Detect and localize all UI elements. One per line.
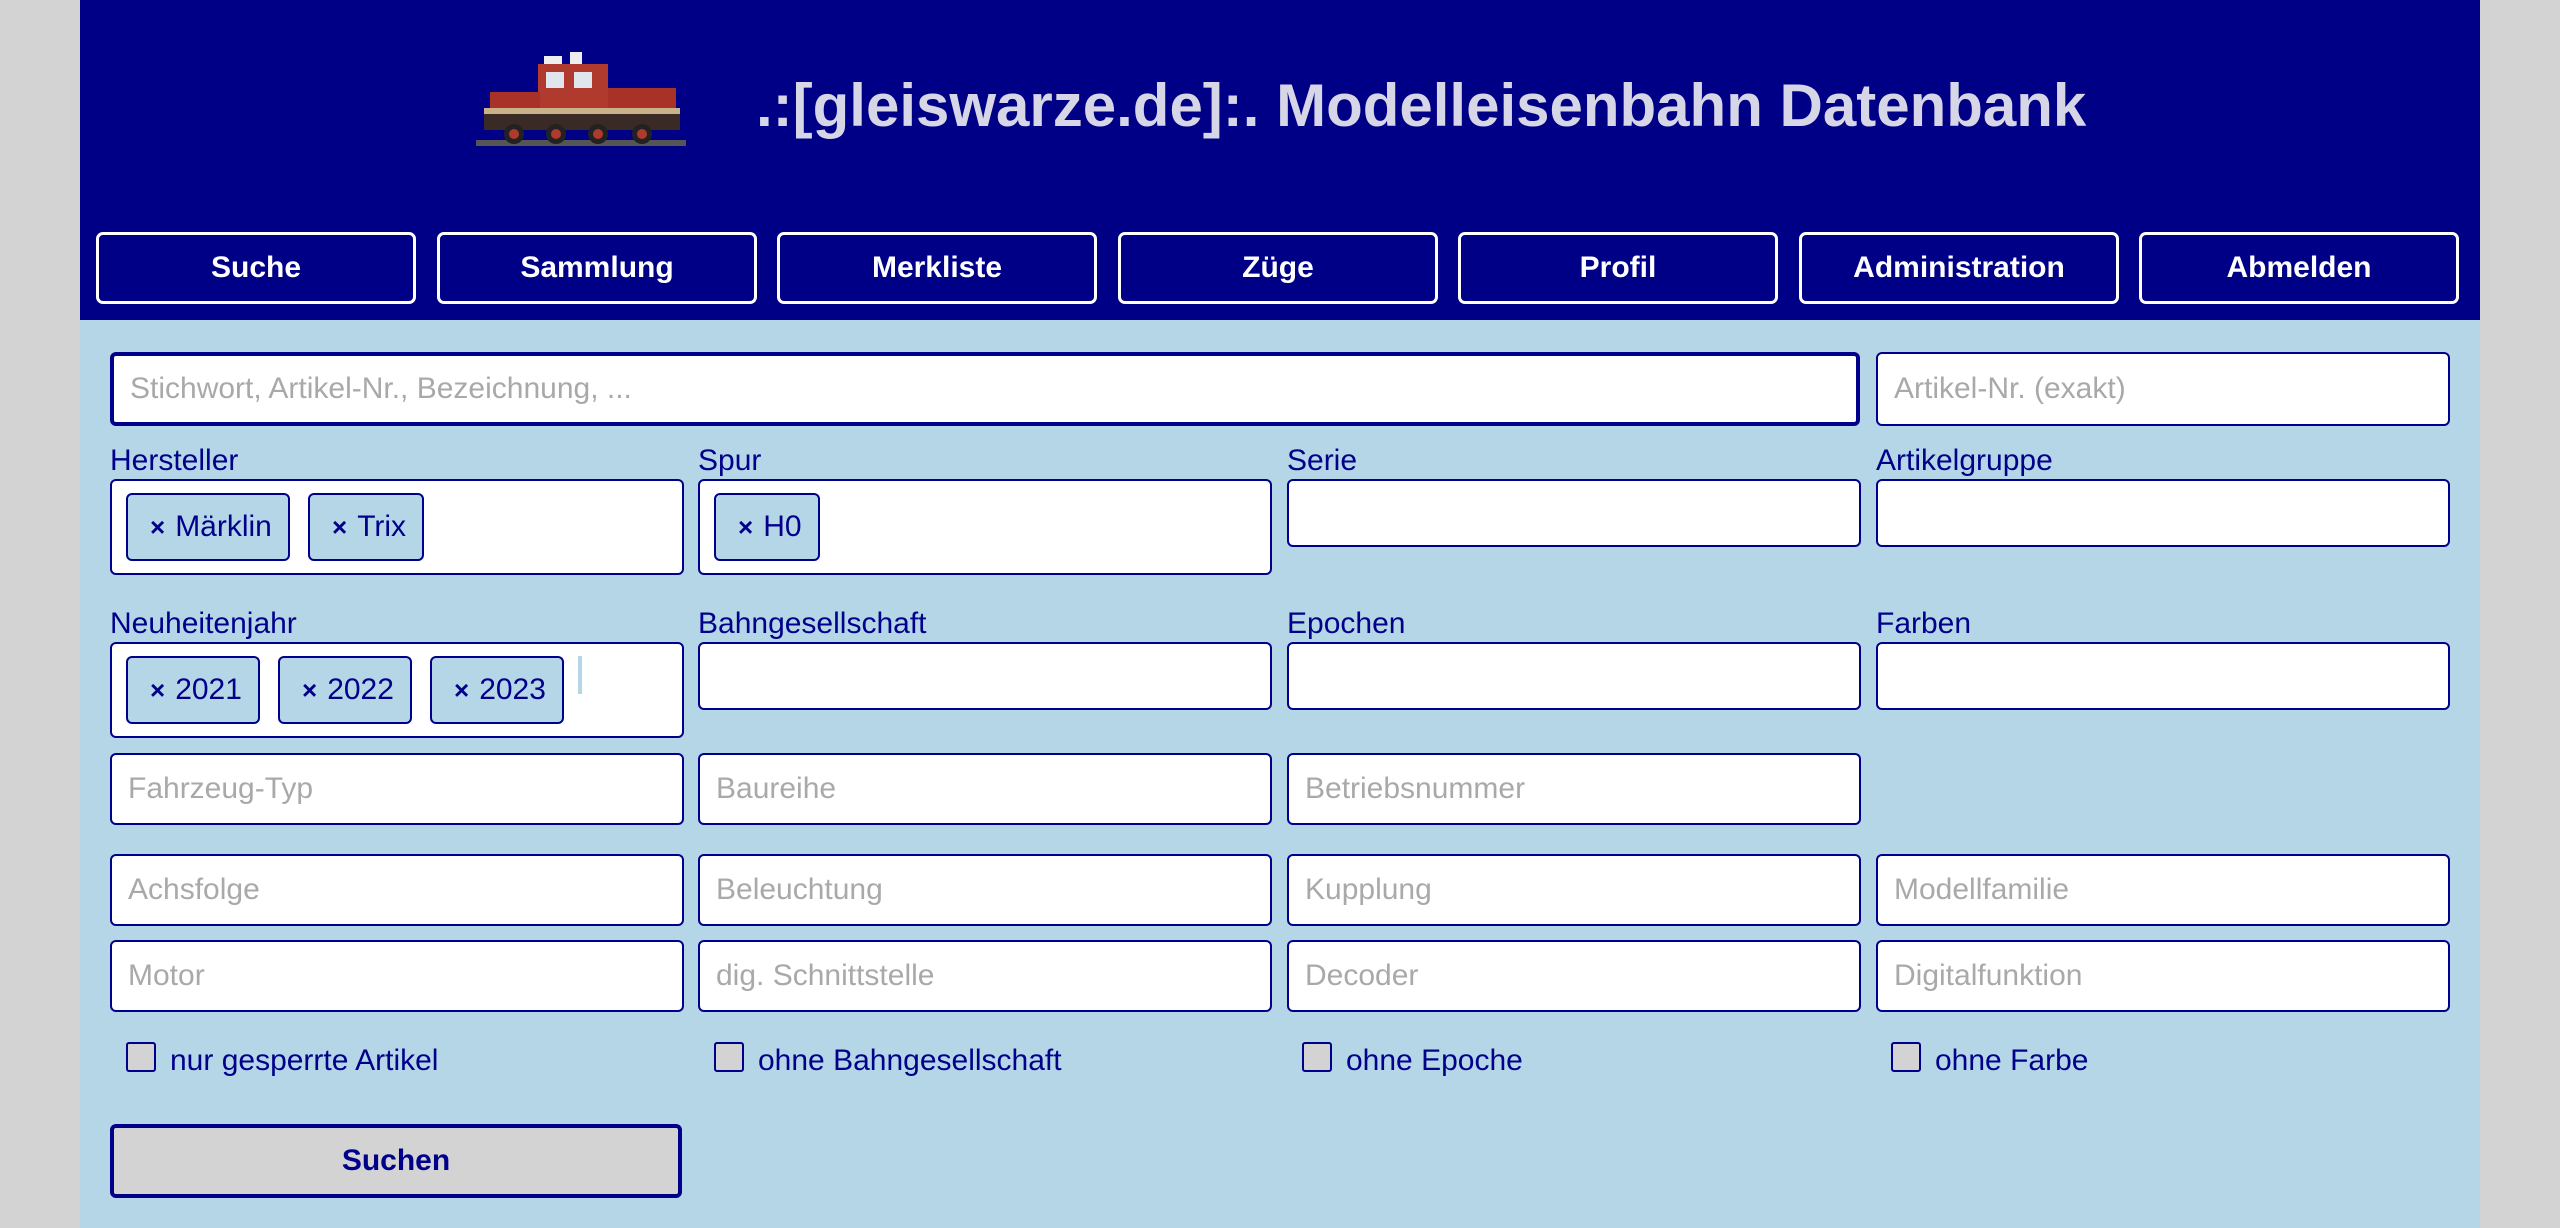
farben-label: Farben bbox=[1876, 607, 1972, 640]
remove-tag-icon[interactable]: × bbox=[454, 675, 469, 706]
nav-sammlung[interactable]: Sammlung bbox=[437, 232, 757, 304]
digitalfunktion-input[interactable]: Digitalfunktion bbox=[1876, 940, 2450, 1012]
ohne-epoche-checkbox[interactable] bbox=[1302, 1042, 1332, 1072]
nav-merkliste[interactable]: Merkliste bbox=[777, 232, 1097, 304]
nav-administration[interactable]: Administration bbox=[1799, 232, 2119, 304]
epochen-select[interactable] bbox=[1287, 642, 1861, 710]
header: .:[gleiswarze.de]:. Modelleisenbahn Date… bbox=[80, 0, 2480, 320]
fahrzeug-typ-input[interactable]: Fahrzeug-Typ bbox=[110, 753, 684, 825]
tag-label: 2021 bbox=[175, 673, 242, 706]
farben-select[interactable] bbox=[1876, 642, 2450, 710]
text-cursor bbox=[578, 656, 582, 694]
locomotive-icon bbox=[476, 52, 686, 146]
keyword-search-input[interactable]: Stichwort, Artikel-Nr., Bezeichnung, ... bbox=[110, 352, 1860, 426]
tag-label: 2022 bbox=[327, 673, 394, 706]
hersteller-select[interactable]: × Märklin × Trix bbox=[110, 479, 684, 575]
nav-profil[interactable]: Profil bbox=[1458, 232, 1778, 304]
remove-tag-icon[interactable]: × bbox=[738, 512, 753, 543]
bahngesellschaft-select[interactable] bbox=[698, 642, 1272, 710]
tag-h0: × H0 bbox=[714, 493, 820, 561]
tag-label: Märklin bbox=[175, 510, 272, 543]
baureihe-input[interactable]: Baureihe bbox=[698, 753, 1272, 825]
serie-label: Serie bbox=[1287, 444, 1358, 477]
betriebsnummer-input[interactable]: Betriebsnummer bbox=[1287, 753, 1861, 825]
bahngesellschaft-label: Bahngesellschaft bbox=[698, 607, 927, 640]
article-number-input[interactable]: Artikel-Nr. (exakt) bbox=[1876, 352, 2450, 426]
nav-zuege[interactable]: Züge bbox=[1118, 232, 1438, 304]
remove-tag-icon[interactable]: × bbox=[302, 675, 317, 706]
remove-tag-icon[interactable]: × bbox=[150, 675, 165, 706]
achsfolge-input[interactable]: Achsfolge bbox=[110, 854, 684, 926]
tag-trix: × Trix bbox=[308, 493, 425, 561]
epochen-label: Epochen bbox=[1287, 607, 1406, 640]
nav-abmelden[interactable]: Abmelden bbox=[2139, 232, 2459, 304]
kupplung-input[interactable]: Kupplung bbox=[1287, 854, 1861, 926]
gesperrt-checkbox[interactable] bbox=[126, 1042, 156, 1072]
tag-label: Trix bbox=[357, 510, 407, 543]
beleuchtung-input[interactable]: Beleuchtung bbox=[698, 854, 1272, 926]
tag-2021: × 2021 bbox=[126, 656, 260, 724]
tag-label: H0 bbox=[763, 510, 802, 543]
spur-label: Spur bbox=[698, 444, 762, 477]
decoder-input[interactable]: Decoder bbox=[1287, 940, 1861, 1012]
site-title: .:[gleiswarze.de]:. Modelleisenbahn Date… bbox=[756, 72, 2087, 139]
search-submit-button[interactable]: Suchen bbox=[110, 1124, 682, 1198]
hersteller-label: Hersteller bbox=[110, 444, 239, 477]
tag-2023: × 2023 bbox=[430, 656, 564, 724]
ohne-bahngesellschaft-label[interactable]: ohne Bahngesellschaft bbox=[758, 1043, 1062, 1079]
tag-maerklin: × Märklin bbox=[126, 493, 290, 561]
remove-tag-icon[interactable]: × bbox=[150, 512, 165, 543]
page: .:[gleiswarze.de]:. Modelleisenbahn Date… bbox=[80, 0, 2480, 1228]
serie-select[interactable] bbox=[1287, 479, 1861, 547]
spur-select[interactable]: × H0 bbox=[698, 479, 1272, 575]
schnittstelle-input[interactable]: dig. Schnittstelle bbox=[698, 940, 1272, 1012]
remove-tag-icon[interactable]: × bbox=[332, 512, 347, 543]
modellfamilie-input[interactable]: Modellfamilie bbox=[1876, 854, 2450, 926]
neuheitenjahr-select[interactable]: × 2021 × 2022 × 2023 bbox=[110, 642, 684, 738]
ohne-farbe-checkbox[interactable] bbox=[1891, 1042, 1921, 1072]
motor-input[interactable]: Motor bbox=[110, 940, 684, 1012]
ohne-bahngesellschaft-checkbox[interactable] bbox=[714, 1042, 744, 1072]
ohne-epoche-label[interactable]: ohne Epoche bbox=[1346, 1043, 1523, 1079]
artikelgruppe-label: Artikelgruppe bbox=[1876, 444, 2053, 477]
artikelgruppe-select[interactable] bbox=[1876, 479, 2450, 547]
gesperrt-checkbox-label[interactable]: nur gesperrte Artikel bbox=[170, 1043, 438, 1079]
tag-2022: × 2022 bbox=[278, 656, 412, 724]
ohne-farbe-label[interactable]: ohne Farbe bbox=[1935, 1043, 2088, 1079]
nav-suche[interactable]: Suche bbox=[96, 232, 416, 304]
tag-label: 2023 bbox=[479, 673, 546, 706]
neuheitenjahr-label: Neuheitenjahr bbox=[110, 607, 297, 640]
